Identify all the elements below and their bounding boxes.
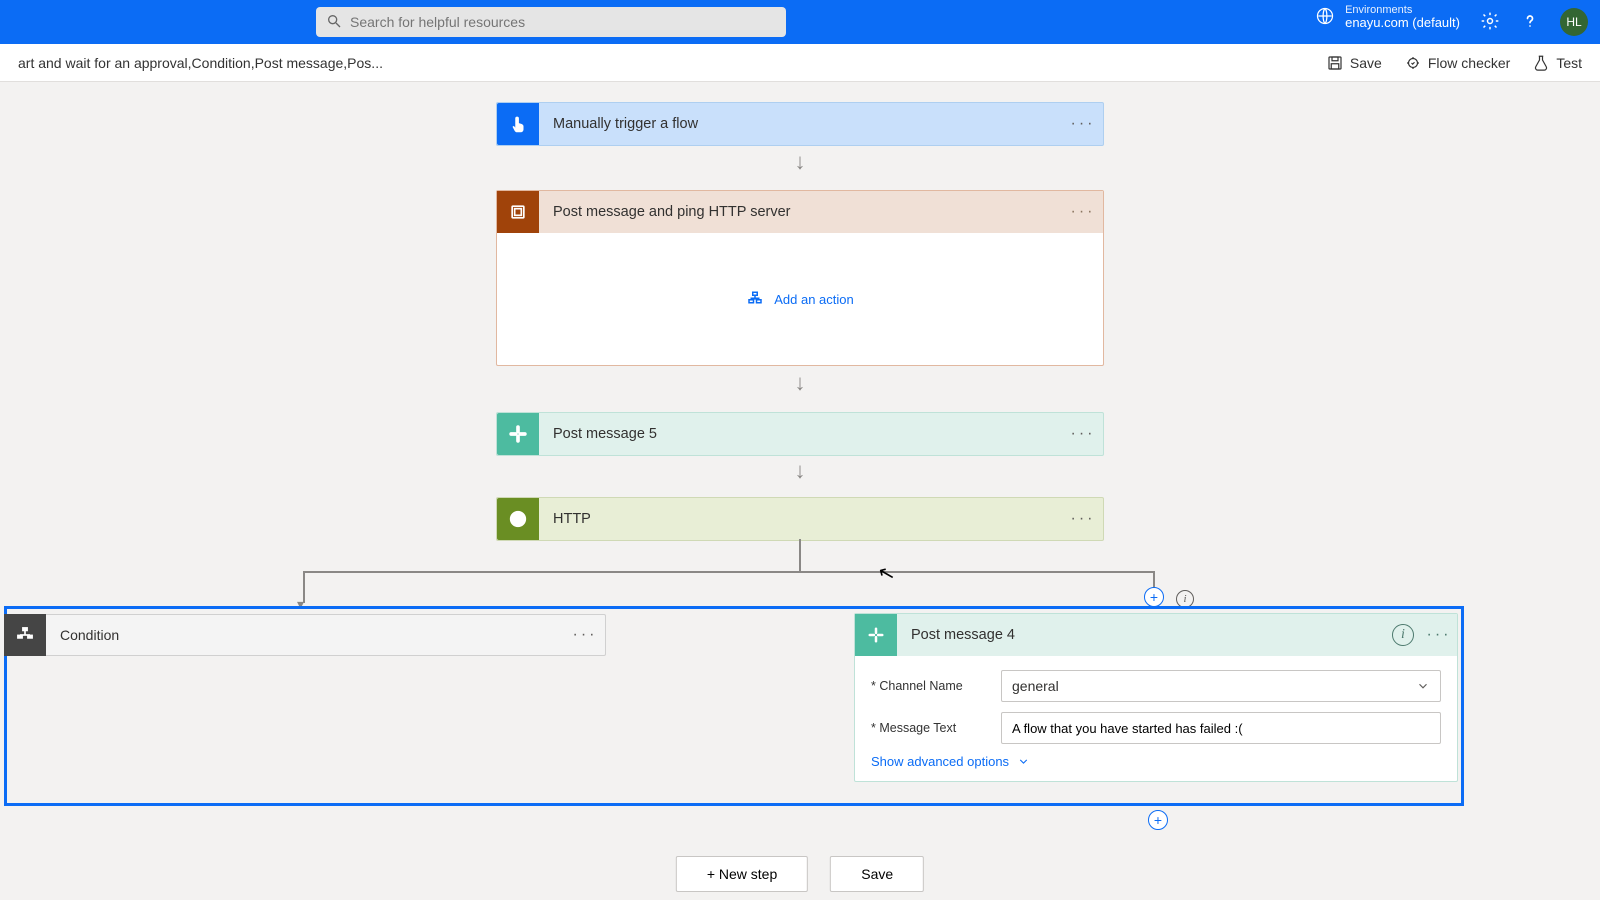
show-advanced-options[interactable]: Show advanced options — [871, 754, 1441, 769]
help-icon[interactable] — [1520, 11, 1540, 34]
slack-icon — [497, 413, 539, 455]
globe-icon — [497, 498, 539, 540]
more-icon[interactable]: ··· — [1063, 498, 1103, 540]
environment-label: Environments — [1345, 4, 1460, 16]
add-action-button[interactable]: Add an action — [746, 290, 854, 308]
branch-icon — [4, 614, 46, 656]
message-text-label: Message Text — [871, 721, 1001, 735]
scope-step[interactable]: Post message and ping HTTP server ··· Ad… — [496, 190, 1104, 366]
add-step-icon[interactable]: + — [1148, 810, 1168, 830]
global-search[interactable] — [316, 7, 786, 37]
info-icon[interactable]: i — [1385, 624, 1421, 646]
post-message-4-title: Post message 4 — [897, 627, 1385, 643]
arrow-down-icon: ↓ — [795, 370, 806, 396]
condition-title: Condition — [46, 627, 565, 643]
touch-icon — [497, 103, 539, 145]
new-step-button[interactable]: + New step — [676, 856, 808, 892]
avatar[interactable]: HL — [1560, 8, 1588, 36]
save-flow-button[interactable]: Save — [830, 856, 924, 892]
test-button[interactable]: Test — [1532, 54, 1582, 72]
more-icon[interactable]: ··· — [1063, 103, 1103, 145]
channel-name-label: Channel Name — [871, 679, 1001, 693]
settings-icon[interactable] — [1480, 11, 1500, 34]
save-button[interactable]: Save — [1326, 54, 1382, 72]
environment-picker[interactable]: Environments enayu.com (default) — [1315, 4, 1460, 30]
environment-icon — [1315, 6, 1335, 29]
message-text-input[interactable] — [1012, 721, 1430, 736]
add-branch-icon[interactable]: + — [1144, 587, 1164, 607]
environment-name: enayu.com (default) — [1345, 16, 1460, 30]
message-text-field[interactable] — [1001, 712, 1441, 744]
more-icon[interactable]: ··· — [1421, 627, 1457, 643]
flow-checker-button[interactable]: Flow checker — [1404, 54, 1510, 72]
scope-title: Post message and ping HTTP server — [539, 204, 1063, 220]
scope-icon — [497, 191, 539, 233]
avatar-initials: HL — [1566, 15, 1581, 29]
trigger-title: Manually trigger a flow — [539, 103, 1063, 145]
arrow-down-icon: ↓ — [795, 149, 806, 175]
trigger-step[interactable]: Manually trigger a flow ··· — [496, 102, 1104, 146]
slack-icon — [855, 614, 897, 656]
mouse-cursor: ↖ — [875, 559, 898, 587]
channel-name-select[interactable]: general — [1001, 670, 1441, 702]
app-header: Environments enayu.com (default) HL — [0, 0, 1600, 44]
flow-canvas: Manually trigger a flow ··· ↓ Post messa… — [0, 82, 1600, 900]
branch-connector — [799, 539, 801, 571]
branch-connector — [303, 571, 305, 603]
http-step[interactable]: HTTP ··· — [496, 497, 1104, 541]
http-title: HTTP — [539, 498, 1063, 540]
post-message-5-title: Post message 5 — [539, 413, 1063, 455]
more-icon[interactable]: ··· — [565, 627, 605, 643]
more-icon[interactable]: ··· — [1063, 204, 1103, 220]
arrow-down-icon: ↓ — [795, 458, 806, 484]
search-icon — [326, 13, 342, 32]
search-input[interactable] — [350, 14, 776, 30]
branch-connector — [303, 571, 1155, 573]
post-message-4-step[interactable]: Post message 4 i ··· Channel Name genera… — [854, 613, 1458, 782]
command-bar: art and wait for an approval,Condition,P… — [0, 44, 1600, 82]
breadcrumb: art and wait for an approval,Condition,P… — [18, 55, 383, 71]
channel-name-value: general — [1012, 678, 1059, 694]
condition-step[interactable]: Condition ··· — [4, 614, 606, 656]
more-icon[interactable]: ··· — [1063, 413, 1103, 455]
post-message-5-step[interactable]: Post message 5 ··· — [496, 412, 1104, 456]
